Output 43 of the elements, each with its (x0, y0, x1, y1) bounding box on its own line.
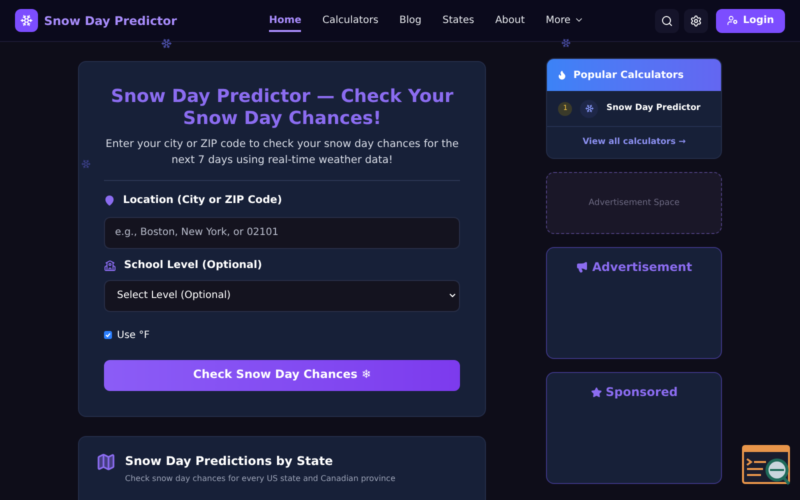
chevron-icon (448, 291, 458, 300)
section-title: Snow Day Predictions by State (125, 452, 334, 470)
settings-button[interactable] (684, 8, 708, 32)
snowflake-icon (580, 100, 598, 118)
ad-placeholder-text: Advertisement Space (588, 196, 680, 210)
gear-icon (690, 14, 702, 26)
card-title: Advertisement (592, 259, 692, 276)
school-icon (104, 260, 116, 272)
nav-link[interactable]: States (442, 12, 474, 32)
logo-icon (15, 9, 38, 32)
megaphone-icon (576, 261, 588, 273)
star-icon (590, 386, 602, 398)
nav-link[interactable]: Blog (399, 12, 422, 32)
search-button[interactable] (655, 8, 680, 32)
level-select[interactable]: Select Level (Optional) (104, 280, 460, 312)
page-title: Snow Day Predictor — Check Your Snow Day Chances! (110, 86, 454, 130)
nav-link[interactable]: Calculators (322, 12, 378, 32)
page-description: Enter your city or ZIP code to check your snow day chances for the next 7 days using real-time weather data! (104, 137, 460, 168)
unit-checkbox[interactable] (104, 331, 112, 339)
field-label: School Level (Optional) (124, 258, 262, 273)
flame-icon (557, 70, 568, 80)
snowflake-icon (161, 38, 172, 49)
snowflake-icon (81, 159, 91, 169)
map-icon (96, 452, 116, 472)
check-chances-button[interactable]: Check Snow Day Chances ❄ (104, 360, 460, 390)
user-icon (727, 15, 738, 26)
login-button[interactable]: Login (716, 8, 785, 32)
location-pin-icon (104, 195, 115, 206)
nav-link[interactable]: More (546, 12, 584, 32)
field-label: Location (City or ZIP Code) (123, 193, 282, 208)
brand-name[interactable]: Snow Day Predictor (44, 12, 177, 30)
search-icon (661, 14, 674, 26)
web-search-icon[interactable] (742, 445, 792, 488)
popular-title: Popular Calculators (573, 68, 684, 82)
location-field[interactable]: e.g., Boston, New York, or 02101 (104, 216, 460, 249)
calculator-name: Snow Day Predictor (606, 102, 701, 115)
unit-label: Use °F (117, 328, 150, 342)
card-title: Sponsored (606, 384, 678, 401)
view-all-link[interactable]: View all calculators → (582, 136, 686, 149)
section-subtitle: Check snow day chances for every US state and Canadian province (125, 472, 396, 484)
nav-link[interactable]: Home (268, 12, 302, 32)
snowflake-icon (561, 38, 571, 48)
nav-link[interactable]: About (495, 12, 525, 32)
